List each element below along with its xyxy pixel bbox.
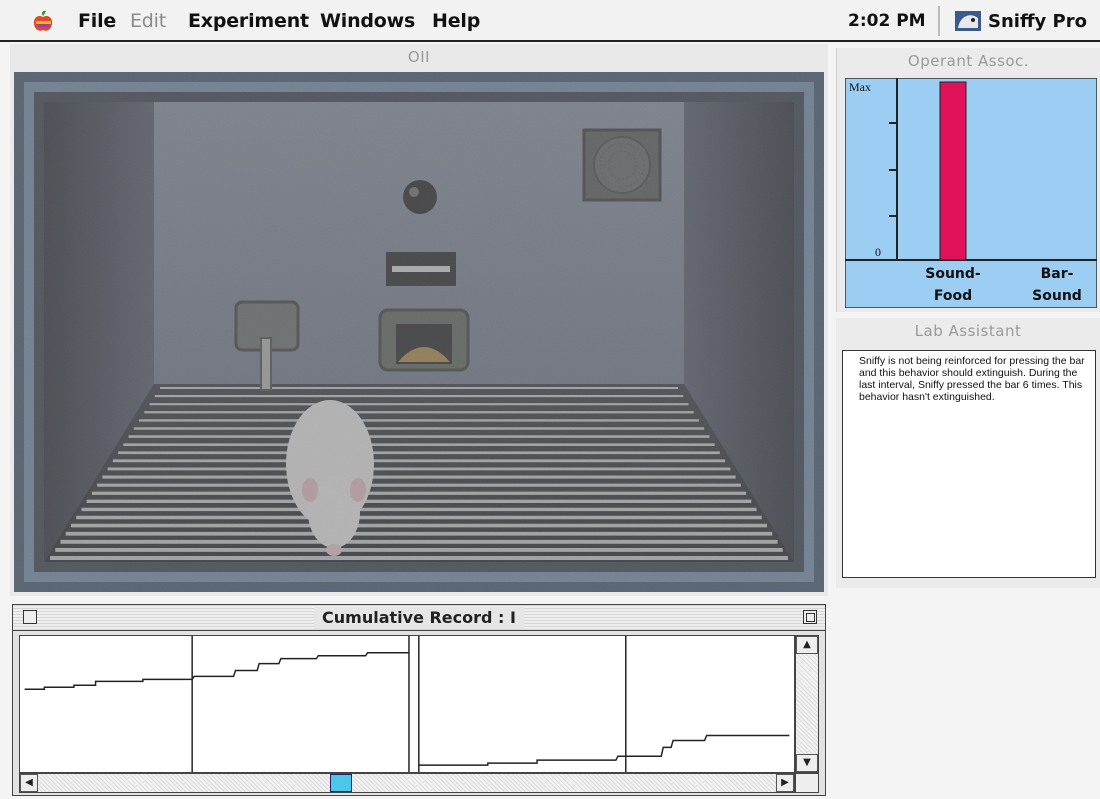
- cumulative-record-titlebar[interactable]: Cumulative Record : I: [13, 605, 825, 631]
- operant-chamber-window: OII: [10, 44, 828, 596]
- zoom-box-icon[interactable]: [803, 610, 817, 624]
- y-zero-label: 0: [875, 245, 881, 259]
- category-bar-sound-line1: Bar-: [1041, 266, 1074, 282]
- horizontal-scrollbar[interactable]: ◀ ▶: [19, 773, 795, 793]
- association-bars: [939, 81, 967, 261]
- scroll-down-arrow-icon[interactable]: ▼: [796, 754, 818, 772]
- scroll-up-arrow-icon[interactable]: ▲: [796, 636, 818, 654]
- menu-file[interactable]: File: [78, 10, 116, 32]
- grow-box-icon[interactable]: [795, 773, 819, 793]
- desktop: File Edit Experiment Windows Help 2:02 P…: [0, 0, 1100, 799]
- lab-assistant-window: Lab Assistant Sniffy is not being reinfo…: [836, 318, 1100, 588]
- cumulative-record-plot: [19, 635, 795, 773]
- scroll-right-arrow-icon[interactable]: ▶: [776, 774, 794, 792]
- operant-association-window: Operant Assoc. Max 0 Sound- Food Bar- So…: [836, 48, 1100, 312]
- assoc-window-title[interactable]: Operant Assoc.: [837, 48, 1100, 74]
- association-bar: [939, 81, 967, 261]
- horizontal-scroll-thumb[interactable]: [330, 774, 352, 792]
- apple-menu-icon[interactable]: [32, 9, 54, 33]
- application-name: Sniffy Pro: [988, 11, 1087, 32]
- category-bar-sound-line2: Sound: [1032, 288, 1082, 304]
- chamber-window-title[interactable]: OII: [10, 44, 828, 70]
- close-box-icon[interactable]: [23, 610, 37, 624]
- y-max-label: Max: [849, 80, 871, 94]
- lab-assistant-title[interactable]: Lab Assistant: [836, 318, 1100, 344]
- menu-experiment[interactable]: Experiment: [188, 10, 309, 32]
- operant-association-chart: Max 0 Sound- Food Bar- Sound: [845, 78, 1097, 308]
- application-menu[interactable]: Sniffy Pro: [938, 6, 1100, 36]
- menu-edit[interactable]: Edit: [130, 10, 166, 32]
- category-sound-food-line2: Food: [934, 288, 972, 304]
- menu-help[interactable]: Help: [432, 10, 480, 32]
- sniffy-app-icon: [955, 11, 981, 31]
- cumulative-record-title: Cumulative Record : I: [314, 607, 524, 629]
- scroll-left-arrow-icon[interactable]: ◀: [20, 774, 38, 792]
- vertical-scrollbar[interactable]: ▲ ▼: [795, 635, 819, 773]
- menu-clock: 2:02 PM: [848, 11, 926, 31]
- category-sound-food-line1: Sound-: [925, 266, 981, 282]
- lab-assistant-message: Sniffy is not being reinforced for press…: [842, 350, 1096, 578]
- operant-chamber-scene: [14, 72, 824, 592]
- cumulative-record-window: Cumulative Record : I ▲ ▼ ◀ ▶: [12, 604, 826, 796]
- menu-bar: File Edit Experiment Windows Help 2:02 P…: [0, 0, 1100, 42]
- menu-windows[interactable]: Windows: [320, 10, 415, 32]
